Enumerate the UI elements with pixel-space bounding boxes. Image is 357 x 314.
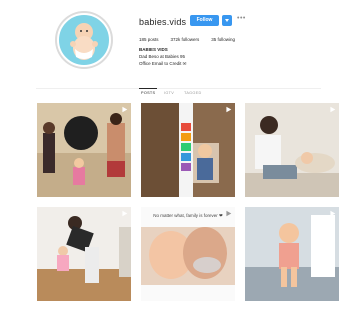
tab-posts[interactable]: POSTS xyxy=(141,91,155,95)
avatar[interactable] xyxy=(55,11,113,69)
video-icon xyxy=(226,210,232,217)
avatar-image xyxy=(57,13,111,67)
post-caption: No matter what, family is forever ❤ xyxy=(153,213,223,218)
video-icon xyxy=(330,210,336,217)
video-icon xyxy=(122,106,128,113)
posts-count: 185 posts xyxy=(139,37,159,42)
tab-divider xyxy=(36,88,321,89)
post-5-image xyxy=(141,207,235,301)
post-1-image xyxy=(37,103,131,197)
tab-tagged[interactable]: TAGGED xyxy=(184,91,202,95)
post-thumbnail[interactable] xyxy=(37,207,131,301)
suggestions-dropdown-button[interactable] xyxy=(222,15,232,26)
more-options-icon[interactable]: ••• xyxy=(237,15,246,22)
video-icon xyxy=(226,106,232,113)
tab-active-indicator xyxy=(139,88,157,89)
post-6-image xyxy=(245,207,339,301)
followers-count[interactable]: 372k followers xyxy=(171,37,200,42)
post-thumbnail[interactable] xyxy=(141,103,235,197)
bio-line-1: Dad Beso at Babies 95 xyxy=(139,54,186,59)
post-thumbnail[interactable] xyxy=(245,103,339,197)
post-thumbnail[interactable] xyxy=(245,207,339,301)
post-thumbnail[interactable] xyxy=(37,103,131,197)
video-icon xyxy=(122,210,128,217)
tab-igtv[interactable]: IGTV xyxy=(164,91,174,95)
post-4-image xyxy=(37,207,131,301)
follow-button[interactable]: Follow xyxy=(190,15,219,26)
baby-avatar-icon xyxy=(70,23,98,60)
bio-name: BABIES VIDS xyxy=(139,47,168,52)
bio-line-2: Office Email to Credit ✉ xyxy=(139,61,187,66)
profile-stats: 185 posts 372k followers 35 following xyxy=(139,37,235,42)
following-count[interactable]: 35 following xyxy=(211,37,235,42)
video-icon xyxy=(330,106,336,113)
profile-username: babies.vids xyxy=(139,17,187,27)
post-3-image xyxy=(245,103,339,197)
post-thumbnail[interactable]: No matter what, family is forever ❤ xyxy=(141,207,235,301)
post-2-image xyxy=(141,103,235,197)
